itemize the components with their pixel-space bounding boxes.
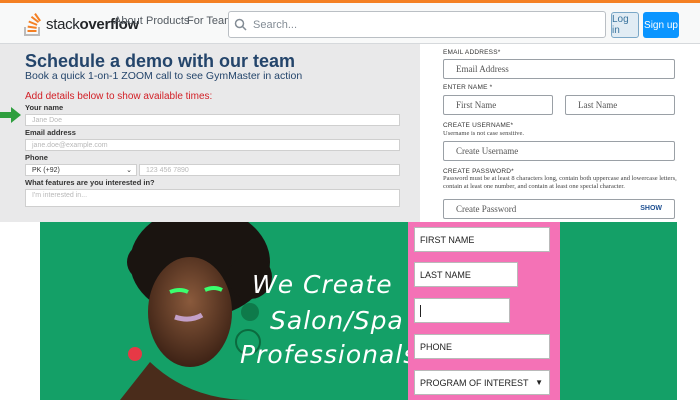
show-password-button[interactable]: SHOW (640, 205, 662, 212)
demo-subtitle: Book a quick 1-on-1 ZOOM call to see Gym… (25, 70, 303, 82)
promo-empty-input[interactable] (414, 298, 510, 323)
promo-line-2: Salon/Spa (270, 306, 404, 335)
reg-name-label: ENTER NAME * (443, 84, 493, 91)
reg-password-label: CREATE PASSWORD* (443, 168, 514, 175)
program-select-value: PROGRAM OF INTEREST (420, 377, 529, 388)
email-input[interactable]: jane.doe@example.com (25, 139, 400, 151)
search-input[interactable] (251, 17, 585, 32)
phone-input[interactable]: 123 456 7890 (139, 164, 400, 176)
email-label: Email address (25, 128, 76, 137)
reg-password-placeholder: Create Password (456, 204, 517, 214)
promo-last-name-input[interactable]: LAST NAME (414, 262, 518, 287)
phone-label: Phone (25, 153, 48, 162)
reg-last-name-input[interactable]: Last Name (565, 95, 675, 115)
phone-country-select[interactable]: PK (+92) ⌄ (25, 164, 137, 176)
green-arrow-icon (0, 107, 21, 123)
reg-username-help: Username is not case sensitive. (443, 130, 525, 137)
features-label: What features are you interested in? (25, 178, 155, 187)
nav-about[interactable]: About (114, 15, 143, 27)
signup-button[interactable]: Sign up (643, 12, 679, 38)
demo-add-details: Add details below to show available time… (25, 91, 213, 102)
promo-line-3: Professionals (240, 340, 418, 369)
reg-username-label: CREATE USERNAME* (443, 122, 514, 129)
caret-down-icon: ▼ (535, 378, 543, 387)
reg-email-input[interactable]: Email Address (443, 59, 675, 79)
text-cursor (420, 304, 421, 317)
login-button[interactable]: Log in (611, 12, 639, 38)
stackoverflow-header: stackoverflow About Products For Teams L… (0, 0, 700, 44)
name-input[interactable]: Jane Doe (25, 114, 400, 126)
registration-form: EMAIL ADDRESS* Email Address ENTER NAME … (430, 44, 700, 222)
demo-title: Schedule a demo with our team (25, 51, 296, 71)
logo-part1: stack (46, 15, 80, 33)
schedule-demo-panel: Schedule a demo with our team Book a qui… (0, 44, 420, 222)
reg-email-label: EMAIL ADDRESS* (443, 49, 501, 56)
nav-products[interactable]: Products (146, 15, 189, 27)
search-box[interactable] (228, 11, 606, 38)
phone-country-value: PK (+92) (32, 166, 60, 174)
promo-form-panel: FIRST NAME LAST NAME PHONE PROGRAM OF IN… (408, 222, 560, 400)
stack-logo-icon (24, 13, 41, 36)
features-textarea[interactable]: I'm interested in... (25, 189, 400, 207)
reg-first-name-input[interactable]: First Name (443, 95, 553, 115)
promo-phone-input[interactable]: PHONE (414, 334, 550, 359)
salon-promo-banner: We Create Salon/Spa Professionals (40, 222, 677, 400)
chevron-down-icon: ⌄ (126, 167, 132, 174)
search-icon (234, 18, 247, 31)
reg-password-help: Password must be at least 8 characters l… (443, 175, 677, 190)
reg-username-input[interactable]: Create Username (443, 141, 675, 161)
name-label: Your name (25, 103, 64, 112)
promo-first-name-input[interactable]: FIRST NAME (414, 227, 550, 252)
promo-program-select[interactable]: PROGRAM OF INTEREST ▼ (414, 370, 550, 395)
promo-line-1: We Create (252, 270, 393, 299)
